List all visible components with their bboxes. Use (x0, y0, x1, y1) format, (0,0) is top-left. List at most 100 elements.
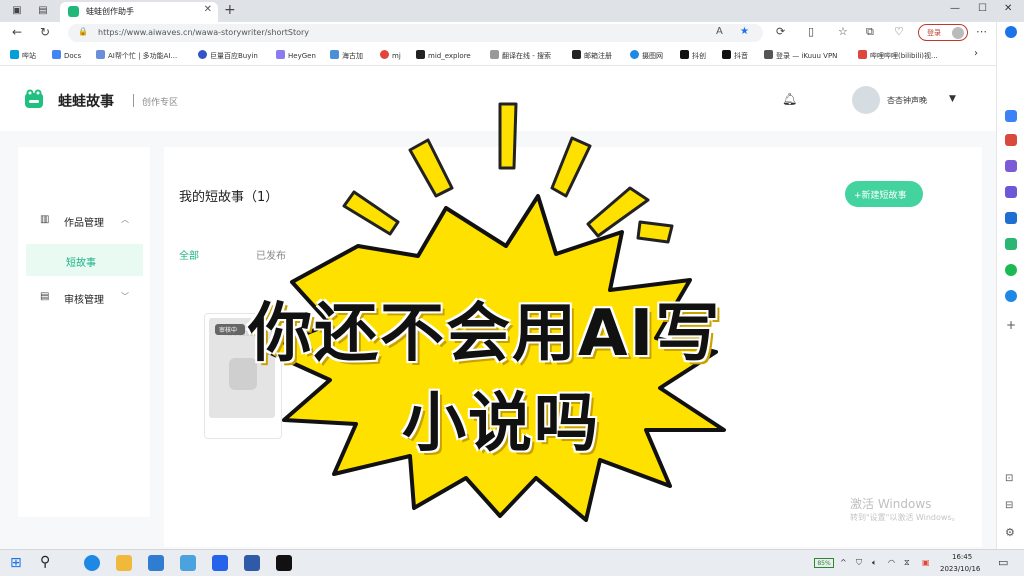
new-tab-icon[interactable]: + (224, 2, 236, 18)
search-icon[interactable]: ⚲ (40, 554, 50, 570)
frog-placeholder-icon (229, 358, 257, 390)
feishu-icon[interactable] (180, 555, 196, 571)
favorite-star-icon[interactable]: ★ (740, 26, 749, 37)
menu-short-story[interactable]: 短故事 (26, 244, 143, 276)
network-icon[interactable]: ⧖ (904, 558, 910, 568)
bing-icon[interactable] (1005, 26, 1017, 38)
close-window-icon[interactable]: ✕ (1004, 3, 1012, 14)
network-icon[interactable] (1005, 290, 1017, 302)
address-bar[interactable]: 🔒 https://www.aiwaves.cn/wawa-storywrite… (68, 24, 763, 42)
close-tab-icon[interactable]: ✕ (204, 4, 212, 15)
bookmark-item[interactable]: 巨量百应Buyin (198, 50, 258, 62)
bookmark-item[interactable]: 哔站 (10, 50, 36, 62)
windows-start-icon[interactable]: ⊞ (10, 555, 22, 571)
login-button[interactable]: 登录 (918, 24, 968, 41)
expand-icon[interactable]: ⊡ (1005, 473, 1013, 484)
maximize-icon[interactable]: ☐ (978, 3, 987, 14)
profile-avatar (952, 27, 964, 39)
chevron-up-icon[interactable]: ^ (840, 558, 847, 567)
site-header: 蛙蛙故事 创作专区 🔔︎ 杏杏钟声晚 ▼ (0, 67, 996, 131)
browser-essentials-icon[interactable]: ♡ (894, 25, 904, 38)
address-row: ← ↻ 🔒 https://www.aiwaves.cn/wawa-storyw… (0, 22, 1024, 44)
menu-review[interactable]: ▤ 审核管理 ﹀ (18, 287, 150, 307)
tab-actions-icon[interactable]: ▤ (36, 4, 50, 18)
more-menu-icon[interactable]: ⋯ (976, 25, 987, 38)
wifi-icon[interactable]: ◠ (888, 558, 895, 567)
page: 蛙蛙故事 创作专区 🔔︎ 杏杏钟声晚 ▼ ▥ 作品管理 ︿ 短故事 ▤ 审核管理… (0, 67, 996, 549)
bilibili-video-icon (858, 50, 867, 59)
story-cover: 故事封面 审核中 (209, 318, 275, 418)
favorites-icon[interactable]: ☆ (838, 25, 848, 38)
app-tray-icon[interactable]: ▣ (922, 558, 930, 567)
new-story-button[interactable]: +新建短故事 (845, 181, 923, 207)
tab-reviewing[interactable]: 审核 (344, 247, 364, 262)
bookmark-item[interactable]: 摄图网 (630, 50, 663, 62)
clock-date[interactable]: 2023/10/16 (940, 565, 980, 573)
user-avatar[interactable] (852, 86, 880, 114)
bookmark-item[interactable]: 翻译在线 - 搜索 (490, 50, 551, 62)
bookmark-item[interactable]: mid_explore (416, 50, 471, 62)
bookmark-item[interactable]: 邮箱注册 (572, 50, 612, 62)
browser-tab[interactable]: 蛙蛙创作助手 ✕ (60, 2, 218, 22)
bookmark-item[interactable]: HeyGen (276, 50, 316, 62)
lock-icon: 🔒 (78, 27, 88, 36)
bookmark-item[interactable]: mj (380, 50, 401, 62)
tab-published[interactable]: 已发布 (256, 247, 286, 262)
more-bookmarks-icon[interactable]: › (974, 48, 978, 60)
copilot-icon[interactable] (1005, 186, 1017, 198)
area-label: 创作专区 (142, 98, 179, 108)
vpn-icon (764, 50, 773, 59)
user-menu-caret-icon[interactable]: ▼ (949, 94, 956, 104)
split-screen-icon[interactable]: ▯ (808, 25, 814, 38)
bookmark-item[interactable]: AI帮个忙 | 多功能AI... (96, 50, 177, 62)
back-icon[interactable]: ← (12, 25, 22, 39)
outlook-icon[interactable] (1005, 212, 1017, 224)
frog-logo-icon[interactable] (24, 89, 44, 109)
menu-works-label: 作品管理 (64, 218, 104, 229)
workspaces-icon[interactable]: ▣ (10, 4, 24, 18)
mid-explore-icon (416, 50, 425, 59)
extensions-icon[interactable]: ⟳ (776, 25, 785, 38)
divider (133, 94, 134, 107)
read-aloud-icon[interactable]: A (716, 26, 723, 37)
drop-icon[interactable] (1005, 238, 1017, 250)
notifications-icon[interactable]: ▭ (998, 556, 1008, 569)
status-badge: 审核中 (215, 324, 245, 335)
refresh-icon[interactable]: ↻ (40, 25, 50, 39)
mail-app-icon[interactable] (212, 555, 228, 571)
clock-time[interactable]: 16:45 (952, 553, 972, 561)
volume-icon[interactable]: 🔈︎ (872, 558, 877, 568)
url-text[interactable]: https://www.aiwaves.cn/wawa-storywriter/… (98, 28, 309, 37)
sidebar-collapse-icon[interactable]: ⊟ (1005, 500, 1013, 511)
file-explorer-icon[interactable] (116, 555, 132, 571)
collections-icon[interactable]: ⧉ (866, 25, 874, 39)
bookmark-item[interactable]: Docs (52, 50, 81, 62)
spotify-icon[interactable] (1005, 264, 1017, 276)
notification-bell-icon[interactable]: 🔔︎ (782, 92, 797, 106)
add-icon[interactable]: + (1006, 318, 1016, 332)
settings-gear-icon[interactable]: ⚙ (1005, 526, 1015, 539)
tab-strip: ▣ ▤ 蛙蛙创作助手 ✕ + — ☐ ✕ (0, 0, 1024, 22)
username[interactable]: 杏杏钟声晚 (887, 95, 927, 106)
bookmark-item[interactable]: 抖创 (680, 50, 706, 62)
minimize-icon[interactable]: — (950, 3, 960, 14)
capcut-icon[interactable] (276, 555, 292, 571)
battery-indicator[interactable]: 85% (814, 558, 834, 568)
menu-works[interactable]: ▥ 作品管理 ︿ (18, 210, 150, 230)
tab-rejected[interactable]: 审核未通 (433, 247, 473, 262)
shield-icon[interactable]: ⛉ (856, 558, 862, 568)
tag-icon[interactable] (1005, 110, 1017, 122)
bilibili-icon (10, 50, 19, 59)
toolbox-icon[interactable] (1005, 134, 1017, 146)
bookmark-item[interactable]: 抖音 (722, 50, 748, 62)
games-icon[interactable] (1005, 160, 1017, 172)
story-card[interactable]: 故事封面 审核中 (204, 313, 282, 439)
bookmark-item[interactable]: 海古加 (330, 50, 363, 62)
app-icon[interactable] (148, 555, 164, 571)
brand-name[interactable]: 蛙蛙故事 (58, 91, 114, 111)
media-icon[interactable] (244, 555, 260, 571)
bookmark-item[interactable]: 哔哩哔哩(bilibili)视... (858, 50, 938, 62)
tab-all[interactable]: 全部 (179, 247, 199, 262)
edge-icon[interactable] (84, 555, 100, 571)
bookmark-item[interactable]: 登录 — iKuuu VPN (764, 50, 837, 62)
